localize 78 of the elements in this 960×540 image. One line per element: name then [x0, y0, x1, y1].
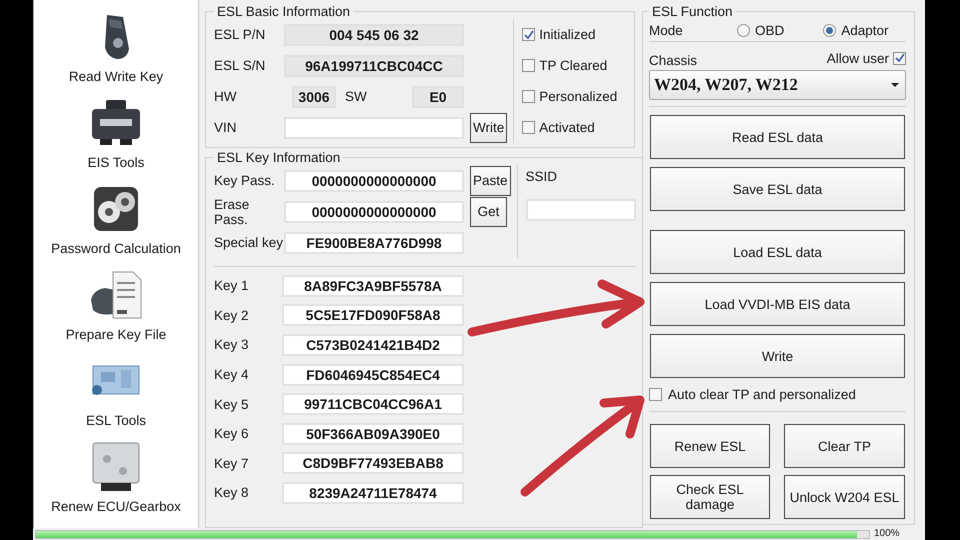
- checkbox-label: Auto clear TP and personalized: [668, 386, 856, 402]
- checkbox[interactable]: [522, 121, 536, 134]
- key-password-field[interactable]: 0000000000000000: [284, 170, 464, 192]
- action-button[interactable]: Load VVDI-MB EIS data: [650, 282, 905, 326]
- key-field[interactable]: FD6046945C854EC4: [282, 364, 464, 386]
- sidebar-item[interactable]: Renew ECU/Gearbox: [51, 499, 181, 514]
- sidebar-item[interactable]: EIS Tools: [88, 155, 144, 170]
- field-label: ESL P/N: [214, 27, 266, 42]
- field-label: Mode: [649, 22, 684, 38]
- action-button[interactable]: Check ESL damage: [650, 475, 770, 519]
- radio-button[interactable]: Adaptor: [823, 22, 889, 38]
- group-title: ESL Function: [651, 4, 734, 19]
- field-label: ESL S/N: [214, 58, 266, 73]
- group-title: ESL Key Information: [216, 150, 342, 165]
- paste-button[interactable]: Paste: [470, 166, 511, 196]
- ecu-box-icon: [91, 440, 141, 492]
- dial-icon: [93, 186, 139, 232]
- special-key-field[interactable]: FE900BE8A776D998: [284, 232, 464, 254]
- document-key-icon: [89, 270, 143, 320]
- checkbox[interactable]: [522, 28, 536, 41]
- field-label: Key 7: [214, 456, 250, 471]
- sidebar-item[interactable]: Read Write Key: [68, 69, 164, 84]
- progress-reading: 100%: [874, 529, 900, 539]
- vin-field[interactable]: [284, 116, 464, 138]
- chassis-dropdown[interactable]: W204, W207, W212: [649, 70, 906, 100]
- field-label: Key Pass.: [214, 173, 276, 188]
- part-number-field[interactable]: 004 545 06 32: [284, 24, 464, 46]
- ssid-field[interactable]: [526, 199, 636, 221]
- field-label: SW: [345, 89, 368, 104]
- checkbox[interactable]: [522, 90, 536, 103]
- key-field[interactable]: 8A89FC3A9BF5578A: [282, 274, 464, 297]
- radio-button[interactable]: OBD: [737, 22, 784, 38]
- key-field[interactable]: C573B0241421B4D2: [282, 334, 464, 356]
- field-label: Key 3: [214, 337, 250, 352]
- module-icon: [90, 98, 142, 146]
- checkbox[interactable]: [522, 59, 536, 72]
- action-button[interactable]: Unlock W204 ESL: [784, 475, 905, 519]
- field-label: Key 2: [214, 308, 250, 323]
- sidebar-item[interactable]: Prepare Key File: [66, 327, 166, 342]
- key-field[interactable]: 5C5E17FD090F58A8: [282, 304, 464, 326]
- key-field[interactable]: 50F366AB09A390E0: [282, 422, 464, 445]
- field-label: Key 4: [214, 367, 250, 382]
- serial-number-field[interactable]: 96A199711CBC04CC: [284, 54, 464, 76]
- action-button[interactable]: Renew ESL: [650, 424, 770, 468]
- write-button[interactable]: Write: [470, 112, 508, 142]
- field-label: Key 5: [214, 396, 250, 412]
- software-field[interactable]: E0: [412, 86, 464, 108]
- sidebar-item[interactable]: ESL Tools: [86, 413, 146, 428]
- field-label: Special key: [214, 235, 284, 250]
- checkbox[interactable]: [649, 388, 662, 400]
- key-field[interactable]: C8D9BF77493EBAB8: [282, 452, 464, 474]
- action-button[interactable]: Clear TP: [784, 424, 905, 468]
- group-title: ESL Basic Information: [216, 4, 352, 19]
- key-field[interactable]: 99711CBC04CC96A1: [282, 393, 464, 416]
- hardware-field[interactable]: 3006: [292, 86, 336, 108]
- field-label: HW: [214, 89, 238, 104]
- field-label: Key 1: [214, 278, 250, 294]
- checkbox-label: TP Cleared: [539, 58, 608, 73]
- field-label: Key 6: [214, 426, 250, 442]
- action-button[interactable]: Load ESL data: [650, 230, 905, 274]
- checkbox-label: Allow user: [826, 50, 889, 66]
- erase-password-field[interactable]: 0000000000000000: [284, 200, 464, 222]
- field-label: VIN: [214, 120, 238, 135]
- sidebar-item[interactable]: Password Calculation: [51, 241, 181, 256]
- checkbox-label: Personalized: [539, 89, 618, 104]
- action-button[interactable]: Save ESL data: [650, 167, 905, 211]
- get-button[interactable]: Get: [470, 196, 507, 226]
- action-button[interactable]: Read ESL data: [650, 115, 905, 159]
- checkbox[interactable]: [893, 52, 906, 64]
- circuit-board-icon: [91, 364, 141, 398]
- checkbox-label: Activated: [539, 120, 595, 135]
- checkbox-label: Initialized: [539, 27, 596, 42]
- key-field[interactable]: 8239A24711E78474: [282, 482, 464, 504]
- field-label: SSID: [526, 168, 558, 186]
- field-label: Chassis: [649, 53, 698, 68]
- action-button[interactable]: Write: [650, 334, 905, 378]
- field-label: Erase Pass.: [214, 196, 250, 226]
- field-label: Key 8: [214, 485, 250, 500]
